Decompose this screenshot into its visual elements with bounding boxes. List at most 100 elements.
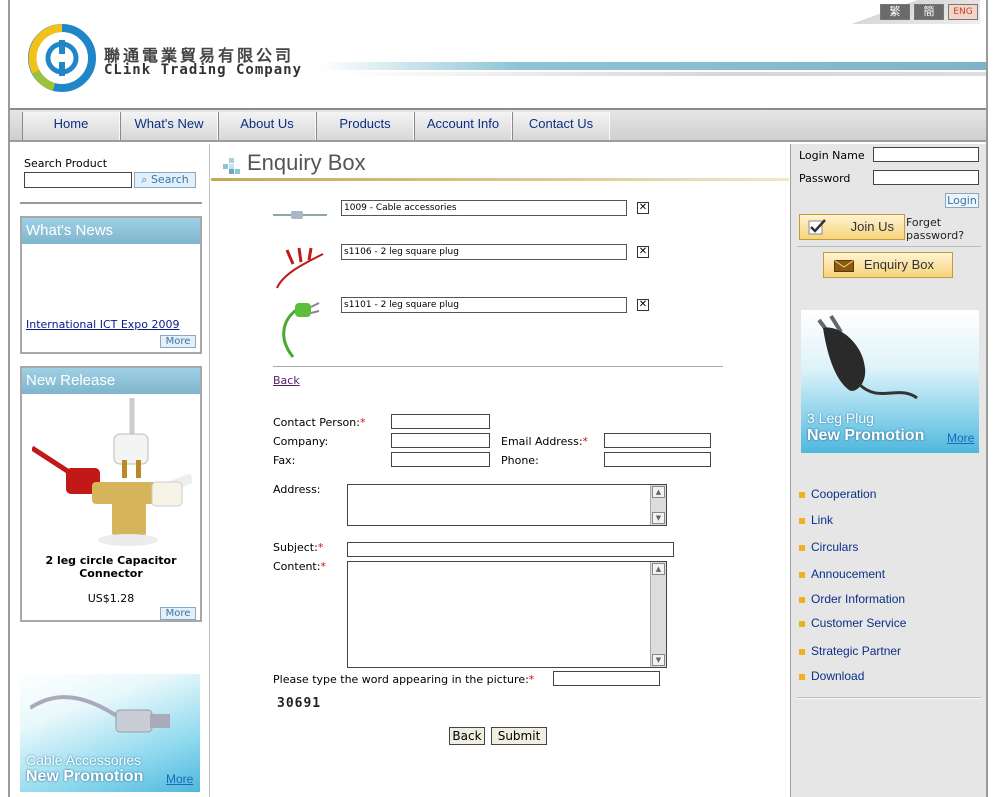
header-decoration-line [320, 62, 986, 70]
release-product-name[interactable]: 2 leg circle Capacitor Connector [22, 554, 200, 580]
scroll-down-icon[interactable]: ▼ [652, 654, 665, 666]
remove-item-button[interactable]: ✕ [637, 246, 649, 258]
sidebar-item-strategic-partner[interactable]: Strategic Partner [799, 644, 901, 658]
nav-whats-new[interactable]: What's New [120, 112, 218, 140]
sidebar-item-circulars[interactable]: Circulars [799, 540, 858, 554]
bullet-icon [799, 596, 805, 603]
nav-about-us[interactable]: About Us [218, 112, 316, 140]
captcha-image: 30691 [277, 696, 322, 711]
enquiry-item-field[interactable]: 1009 - Cable accessories [341, 200, 627, 216]
enquiry-box-button[interactable]: Enquiry Box [823, 252, 953, 278]
bullet-icon [799, 544, 805, 551]
squares-icon [223, 158, 240, 174]
scroll-up-icon[interactable]: ▲ [652, 563, 665, 575]
nav-contact-us[interactable]: Contact Us [512, 112, 610, 140]
capacitor-connector-image[interactable] [32, 398, 192, 548]
forgot-password-link[interactable]: Forget password? [906, 216, 986, 242]
remove-item-button[interactable]: ✕ [637, 299, 649, 311]
join-us-label: Join Us [850, 219, 894, 234]
main-nav: Home What's New About Us Products Accoun… [10, 110, 986, 142]
sidebar-item-annoucement[interactable]: Annoucement [799, 567, 885, 581]
enquiry-item: s1101 - 2 leg square plug ✕ [273, 297, 733, 359]
phone-label: Phone: [501, 454, 539, 467]
enquiry-item: 1009 - Cable accessories ✕ [273, 200, 733, 230]
bullet-icon [799, 648, 805, 655]
enquiry-item-field[interactable]: s1106 - 2 leg square plug [341, 244, 627, 260]
lang-traditional-button[interactable]: 繁 [880, 4, 910, 20]
back-button[interactable]: Back [449, 727, 485, 745]
whats-news-title: What's News [22, 218, 200, 244]
password-input[interactable] [873, 170, 979, 185]
email-input[interactable] [604, 433, 711, 448]
scrollbar[interactable]: ▲ ▼ [650, 485, 666, 525]
right-sidebar: Login Name Password Login Join Us Forget… [790, 144, 986, 797]
sidebar-item-link[interactable]: Link [799, 513, 833, 527]
red-plug-image[interactable] [273, 244, 329, 294]
nav-home[interactable]: Home [22, 112, 120, 140]
login-name-label: Login Name [799, 149, 865, 162]
close-icon: ✕ [638, 299, 648, 310]
checkmark-icon [808, 219, 826, 235]
new-release-box: New Release 2 leg circle Capacitor Conne… [20, 366, 202, 622]
sidebar-item-cooperation[interactable]: Cooperation [799, 487, 876, 501]
content-textarea[interactable]: ▲ ▼ [347, 561, 667, 668]
content-label: Content:* [273, 560, 326, 573]
enquiry-item-field[interactable]: s1101 - 2 leg square plug [341, 297, 627, 313]
company-name-english: CLink Trading Company [104, 62, 303, 78]
search-label: Search Product [24, 157, 108, 170]
back-link[interactable]: Back [273, 374, 300, 387]
title-underline [211, 178, 789, 181]
remove-item-button[interactable]: ✕ [637, 202, 649, 214]
main-content: Enquiry Box 1009 - Cable accessories ✕ s… [211, 144, 789, 797]
release-product-price: US$1.28 [87, 592, 135, 605]
contact-person-input[interactable] [391, 414, 490, 429]
close-icon: ✕ [638, 246, 648, 257]
cable-promo-subtitle: New Promotion [26, 768, 144, 785]
nav-account-info[interactable]: Account Info [414, 112, 512, 140]
login-button[interactable]: Login [945, 193, 979, 208]
scrollbar[interactable]: ▲ ▼ [650, 562, 666, 667]
enquiry-item: s1106 - 2 leg square plug ✕ [273, 244, 733, 294]
sidebar-item-order-information[interactable]: Order Information [799, 592, 905, 606]
search-icon: ⌕ [141, 173, 148, 186]
logo-mark-icon [28, 24, 96, 92]
header: 繁 簡 ENG 聯通電業貿易有限公司 CLink Trading Company [10, 0, 986, 110]
whats-news-box: What's News International ICT Expo 2009 … [20, 216, 202, 354]
company-input[interactable] [391, 433, 490, 448]
contact-person-label: Contact Person:* [273, 416, 366, 429]
cable-promo-more-link[interactable]: More [166, 772, 193, 786]
green-plug-image[interactable] [273, 297, 329, 359]
three-leg-plug-promo[interactable]: 3 Leg Plug New Promotion More [801, 310, 979, 453]
news-link[interactable]: International ICT Expo 2009 [26, 318, 180, 331]
close-icon: ✕ [638, 202, 648, 213]
sidebar-item-customer-service[interactable]: Customer Service [799, 616, 906, 630]
search-button-label: Search [150, 173, 189, 186]
search-input[interactable] [24, 172, 132, 188]
submit-button[interactable]: Submit [491, 727, 547, 745]
divider [797, 246, 981, 247]
cable-accessories-promo[interactable]: Cable Accessories New Promotion More [20, 674, 200, 792]
fax-input[interactable] [391, 452, 490, 467]
plug-promo-more-link[interactable]: More [947, 431, 974, 445]
search-button[interactable]: ⌕ Search [134, 172, 196, 188]
fax-label: Fax: [273, 454, 296, 467]
login-name-input[interactable] [873, 147, 979, 162]
nav-products[interactable]: Products [316, 112, 414, 140]
phone-input[interactable] [604, 452, 711, 467]
news-more-button[interactable]: More [160, 335, 196, 348]
bullet-icon [799, 673, 805, 680]
join-us-button[interactable]: Join Us [799, 214, 905, 240]
lang-english-button[interactable]: ENG [948, 4, 978, 20]
cable-accessory-image[interactable] [273, 208, 329, 222]
bullet-icon [799, 620, 805, 627]
address-textarea[interactable]: ▲ ▼ [347, 484, 667, 526]
subject-input[interactable] [347, 542, 674, 557]
company-logo[interactable]: 聯通電業貿易有限公司 CLink Trading Company [28, 24, 328, 110]
scroll-down-icon[interactable]: ▼ [652, 512, 665, 524]
scroll-up-icon[interactable]: ▲ [652, 486, 665, 498]
release-more-button[interactable]: More [160, 607, 196, 620]
captcha-input[interactable] [553, 671, 660, 686]
sidebar-item-download[interactable]: Download [799, 669, 864, 683]
lang-simplified-button[interactable]: 簡 [914, 4, 944, 20]
page-frame: 繁 簡 ENG 聯通電業貿易有限公司 CLink Trading Company… [8, 0, 988, 797]
